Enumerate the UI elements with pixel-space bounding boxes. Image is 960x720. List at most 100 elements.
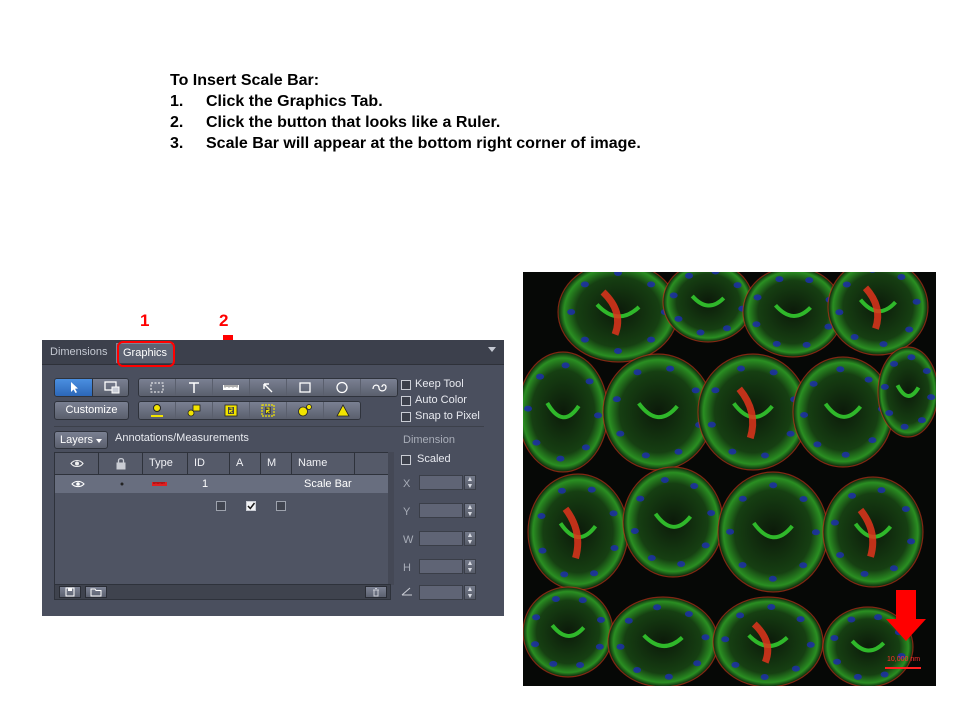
instructions-list: 1. Click the Graphics Tab. 2. Click the bu… xyxy=(170,91,810,154)
scale-bar-type-icon xyxy=(152,482,167,486)
name-column-header[interactable]: Name xyxy=(292,453,355,474)
keep-tool-checkbox[interactable] xyxy=(401,380,411,390)
folder-icon xyxy=(90,588,102,597)
point-measure-icon xyxy=(298,404,312,417)
rectangle-icon xyxy=(299,382,311,393)
rectangle-measure-icon xyxy=(224,404,238,417)
point-measure-button[interactable] xyxy=(287,402,323,419)
snap-to-pixel-label: Snap to Pixel xyxy=(415,410,480,422)
annotations-table: Type ID A M Name 1 Scale Bar xyxy=(54,452,391,585)
visibility-column-header[interactable] xyxy=(55,453,99,474)
x-label: X xyxy=(403,478,411,490)
scaled-label: Scaled xyxy=(417,453,451,465)
eye-icon xyxy=(71,480,85,488)
w-field[interactable] xyxy=(419,531,463,546)
instruction-step: 2. Click the button that looks like a Rul… xyxy=(170,112,810,133)
measurement-tools-row2 xyxy=(138,401,361,420)
step-text: Click the button that looks like a Ruler… xyxy=(206,114,501,131)
angle-field[interactable] xyxy=(419,585,463,600)
keep-tool-label: Keep Tool xyxy=(415,378,464,390)
delete-button[interactable] xyxy=(365,586,387,598)
row-lock-dot[interactable] xyxy=(119,475,125,493)
rectangle-tool-button[interactable] xyxy=(287,379,323,396)
a-column-header[interactable]: A xyxy=(230,453,261,474)
instruction-step: 3. Scale Bar will appear at the bottom ri… xyxy=(170,133,810,154)
checkmark-icon xyxy=(247,502,256,510)
ruler-icon xyxy=(223,385,239,390)
circle-measure-icon xyxy=(151,404,163,417)
x-spinner[interactable]: ▲ ▼ xyxy=(464,475,476,490)
step-text: Click the Graphics Tab. xyxy=(206,93,383,110)
h-field[interactable] xyxy=(419,559,463,574)
lock-icon xyxy=(116,457,126,470)
scaled-checkbox[interactable] xyxy=(401,455,411,465)
save-button[interactable] xyxy=(59,586,81,598)
id-column-header[interactable]: ID xyxy=(188,453,230,474)
table-scrollbar[interactable] xyxy=(388,452,394,585)
w-label: W xyxy=(403,534,414,546)
angle-measure-button[interactable] xyxy=(324,402,360,419)
m-column-header[interactable]: M xyxy=(261,453,292,474)
cursor-icon xyxy=(71,382,78,393)
marker-measure-button[interactable] xyxy=(176,402,212,419)
scale-bar-label: 10,000 nm xyxy=(887,656,921,663)
tab-dimensions[interactable]: Dimensions xyxy=(44,343,113,362)
y-label: Y xyxy=(403,506,411,518)
arrow-tool-button[interactable] xyxy=(250,379,286,396)
tab-bar: Dimensions Graphics xyxy=(42,340,504,367)
layers-label: Layers xyxy=(60,434,94,446)
pointer-tool-button[interactable] xyxy=(55,379,92,396)
table-footer xyxy=(54,584,391,600)
table-row[interactable]: 1 Scale Bar xyxy=(55,475,390,511)
row-a-checkbox[interactable] xyxy=(246,501,256,511)
diagonal-arrow-icon xyxy=(263,383,273,393)
row-visibility[interactable] xyxy=(68,475,88,493)
layers-dropdown[interactable]: Layers xyxy=(54,431,108,449)
open-button[interactable] xyxy=(85,586,107,598)
ellipse-tool-button[interactable] xyxy=(324,379,360,396)
text-tool-button[interactable] xyxy=(176,379,212,396)
freehand-tool-button[interactable] xyxy=(361,379,397,396)
select-region-button[interactable] xyxy=(92,379,128,396)
rectangle-measure-button[interactable] xyxy=(213,402,249,419)
instructions: To Insert Scale Bar: 1. Click the Graphic… xyxy=(170,70,810,154)
type-column-header[interactable]: Type xyxy=(143,453,188,474)
auto-color-checkbox[interactable] xyxy=(401,396,411,406)
circle-measure-button[interactable] xyxy=(139,402,175,419)
lock-column-header[interactable] xyxy=(99,453,143,474)
row-id: 1 xyxy=(202,478,209,490)
row-name[interactable]: Scale Bar xyxy=(304,475,384,493)
step-number: 3. xyxy=(170,135,184,152)
w-spinner[interactable]: ▲ ▼ xyxy=(464,531,476,546)
dimension-title: Dimension xyxy=(403,434,455,446)
rectangle-select-button[interactable] xyxy=(139,379,175,396)
microscopy-image: 10,000 nm xyxy=(523,272,936,686)
x-field[interactable] xyxy=(419,475,463,490)
y-field[interactable] xyxy=(419,503,463,518)
row-id-checkbox[interactable] xyxy=(216,501,226,511)
h-spinner[interactable]: ▲ ▼ xyxy=(464,559,476,574)
save-icon xyxy=(65,587,75,597)
text-icon xyxy=(189,382,199,393)
scale-bar: 10,000 nm xyxy=(885,656,923,669)
region-measure-button[interactable] xyxy=(250,402,286,419)
annotations-title: Annotations/Measurements xyxy=(115,432,249,444)
dashed-rectangle-icon xyxy=(150,382,164,393)
row-m-checkbox[interactable] xyxy=(276,501,286,511)
region-measure-icon xyxy=(261,404,275,417)
step-text: Scale Bar will appear at the bottom righ… xyxy=(206,135,641,152)
panel-menu-icon[interactable] xyxy=(488,347,496,352)
row-type xyxy=(151,475,169,493)
divider xyxy=(54,426,484,427)
angle-spinner[interactable]: ▲ ▼ xyxy=(464,585,476,600)
step-number: 2. xyxy=(170,114,184,131)
snap-to-pixel-checkbox[interactable] xyxy=(401,412,411,422)
instructions-title: To Insert Scale Bar: xyxy=(170,72,320,89)
eye-icon xyxy=(70,459,84,468)
h-label: H xyxy=(403,562,411,574)
graphics-tab-highlight xyxy=(117,341,175,367)
graphics-panel: Dimensions Graphics Customize Keep Tool … xyxy=(42,340,504,616)
y-spinner[interactable]: ▲ ▼ xyxy=(464,503,476,518)
scale-bar-ruler-button[interactable] xyxy=(213,379,249,396)
customize-button[interactable]: Customize xyxy=(54,401,129,420)
